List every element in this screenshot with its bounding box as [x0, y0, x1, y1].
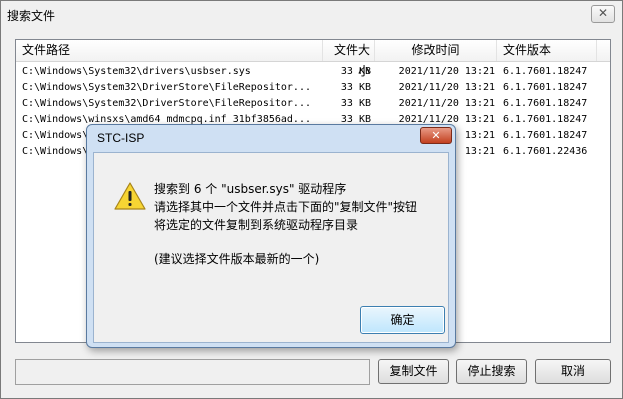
cell-path: C:\Windows\System32\DriverStore\FileRepo…	[22, 98, 311, 109]
cell-date: 2021/11/20 13:21	[398, 98, 495, 109]
dialog-hint-line: (建议选择文件版本最新的一个)	[154, 252, 320, 266]
cell-version: 6.1.7601.22436	[503, 146, 588, 157]
dialog-message-line: 将选定的文件复制到系统驱动程序目录	[154, 218, 359, 232]
dialog-title: STC-ISP	[97, 131, 145, 145]
dialog-close-button[interactable]: ✕	[420, 127, 452, 144]
window-close-button[interactable]: ✕	[591, 5, 615, 23]
dialog-body: 搜索到 6 个 "usbser.sys" 驱动程序 请选择其中一个文件并点击下面…	[93, 152, 449, 343]
cell-version: 6.1.7601.18247	[503, 130, 588, 141]
table-row[interactable]: C:\Windows\System32\DriverStore\FileRepo…	[16, 96, 610, 112]
cell-version: 6.1.7601.18247	[503, 82, 588, 93]
table-row[interactable]: C:\Windows\System32\DriverStore\FileRepo…	[16, 80, 610, 96]
cell-version: 6.1.7601.18247	[503, 98, 588, 109]
column-header-size[interactable]: 文件大小	[323, 40, 375, 78]
cell-date: 2021/11/20 13:21	[398, 82, 495, 93]
cell-size: 33 KB	[340, 82, 371, 93]
dialog-message-line: 请选择其中一个文件并点击下面的"复制文件"按钮	[154, 200, 418, 214]
column-header-path[interactable]: 文件路径	[16, 40, 323, 61]
cell-date: 2021/11/20 13:21	[398, 66, 495, 77]
ok-button[interactable]: 确定	[360, 306, 445, 334]
column-header-date[interactable]: 修改时间	[375, 40, 497, 61]
window-title: 搜索文件	[7, 9, 56, 23]
status-box	[15, 359, 370, 385]
cell-size: 33 KB	[340, 98, 371, 109]
copy-file-button[interactable]: 复制文件	[378, 359, 449, 384]
cell-version: 6.1.7601.18247	[503, 66, 588, 77]
warning-icon	[114, 182, 146, 210]
cell-path: C:\Windows\System32\drivers\usbser.sys	[22, 66, 251, 77]
table-row[interactable]: C:\Windows\System32\drivers\usbser.sys 3…	[16, 64, 610, 80]
cell-size: 33 KB	[340, 66, 371, 77]
cell-version: 6.1.7601.18247	[503, 114, 588, 125]
stop-search-button[interactable]: 停止搜索	[456, 359, 527, 384]
dialog-message-line: 搜索到 6 个 "usbser.sys" 驱动程序	[154, 182, 347, 196]
cell-path: C:\Windows\System32\DriverStore\FileRepo…	[22, 82, 311, 93]
cancel-button[interactable]: 取消	[535, 359, 611, 384]
title-bar: 搜索文件 ✕	[1, 1, 622, 29]
stc-isp-dialog: STC-ISP ✕ 搜索到 6 个 "usbser.sys" 驱动程序 请选择其…	[86, 124, 456, 348]
list-header: 文件路径 文件大小 修改时间 文件版本	[16, 40, 610, 78]
column-header-version[interactable]: 文件版本	[497, 40, 597, 61]
